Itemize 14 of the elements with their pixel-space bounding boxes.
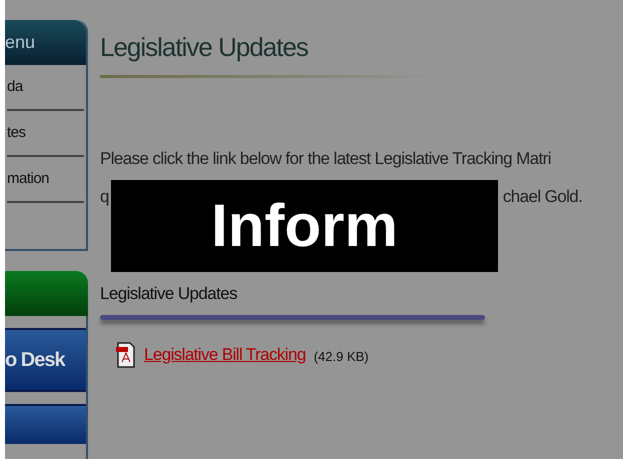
menu-item[interactable]: mation bbox=[7, 157, 84, 203]
nav-button[interactable]: o Desk bbox=[5, 328, 86, 392]
nav-button[interactable] bbox=[5, 404, 86, 444]
pdf-file-icon bbox=[116, 342, 136, 368]
menu-header: enu bbox=[5, 20, 86, 65]
paragraph-text: chael Gold. bbox=[502, 186, 582, 208]
menu-item[interactable]: tes bbox=[7, 111, 84, 157]
section-heading: Legislative Updates bbox=[100, 283, 238, 305]
paragraph-text: Please click the link below for the latest Legislative Tracking Matri bbox=[100, 148, 552, 170]
page-title: Legislative Updates bbox=[100, 31, 309, 64]
file-size: (42.9 KB) bbox=[314, 348, 369, 366]
paragraph-text: q bbox=[100, 186, 109, 208]
menu-item[interactable]: da bbox=[7, 65, 84, 111]
caption-overlay: Inform bbox=[111, 180, 498, 272]
